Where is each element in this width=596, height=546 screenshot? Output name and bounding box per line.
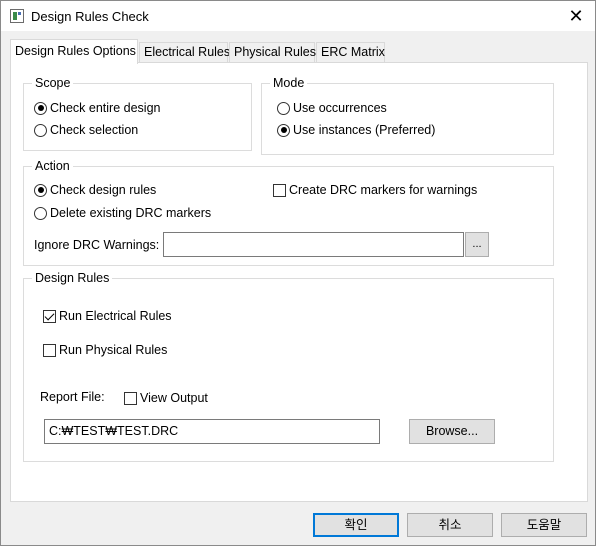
radio-indicator[interactable]	[277, 123, 290, 137]
scope-entire-design-radio[interactable]: Check entire design	[34, 101, 160, 115]
mode-use-instances-radio[interactable]: Use instances (Preferred)	[277, 123, 435, 137]
checkbox-indicator[interactable]	[43, 343, 56, 357]
report-file-label: Report File:	[40, 390, 105, 404]
run-electrical-rules-checkbox[interactable]: Run Electrical Rules	[43, 309, 172, 323]
checkbox-label: Create DRC markers for warnings	[289, 183, 478, 197]
checkbox-label: Run Physical Rules	[59, 343, 168, 357]
tab-panel-design-rules-options: Scope Check entire design Check selectio…	[10, 62, 588, 502]
action-delete-markers-radio[interactable]: Delete existing DRC markers	[34, 206, 211, 220]
checkbox-label: View Output	[140, 391, 208, 405]
help-button[interactable]: 도움말	[501, 513, 587, 537]
ignore-drc-warnings-label: Ignore DRC Warnings:	[34, 238, 160, 252]
tab-design-rules-options[interactable]: Design Rules Options	[10, 39, 138, 64]
radio-label: Check entire design	[50, 101, 161, 115]
report-file-input[interactable]: C:₩TEST₩TEST.DRC	[44, 419, 380, 444]
app-icon	[10, 9, 24, 23]
cancel-button[interactable]: 취소	[407, 513, 493, 537]
radio-label: Check design rules	[50, 183, 157, 197]
radio-indicator[interactable]	[34, 206, 47, 220]
radio-indicator[interactable]	[34, 101, 47, 115]
view-output-checkbox[interactable]: View Output	[124, 391, 208, 405]
ignore-drc-warnings-input[interactable]	[163, 232, 464, 257]
tab-erc-matrix[interactable]: ERC Matrix	[316, 42, 385, 63]
browse-button[interactable]: Browse...	[409, 419, 495, 444]
scope-legend: Scope	[32, 76, 74, 90]
design-rules-legend: Design Rules	[32, 271, 113, 285]
design-rules-group: Design Rules Run Electrical Rules Run Ph…	[23, 271, 554, 462]
close-icon[interactable]: ✕	[561, 3, 591, 29]
tab-electrical-rules[interactable]: Electrical Rules	[139, 42, 230, 63]
radio-label: Use instances (Preferred)	[293, 123, 436, 137]
create-drc-markers-checkbox[interactable]: Create DRC markers for warnings	[273, 183, 477, 197]
run-physical-rules-checkbox[interactable]: Run Physical Rules	[43, 343, 167, 357]
title-bar: Design Rules Check ✕	[1, 1, 595, 31]
mode-legend: Mode	[270, 76, 308, 90]
checkbox-indicator[interactable]	[273, 183, 286, 197]
scope-selection-radio[interactable]: Check selection	[34, 123, 138, 137]
checkbox-label: Run Electrical Rules	[59, 309, 172, 323]
radio-indicator[interactable]	[277, 101, 290, 115]
ignore-warnings-browse-button[interactable]: ...	[465, 232, 489, 257]
radio-label: Use occurrences	[293, 101, 387, 115]
radio-indicator[interactable]	[34, 183, 47, 197]
action-legend: Action	[32, 159, 73, 173]
radio-label: Delete existing DRC markers	[50, 206, 212, 220]
radio-label: Check selection	[50, 123, 139, 137]
radio-indicator[interactable]	[34, 123, 47, 137]
checkbox-indicator[interactable]	[124, 391, 137, 405]
tab-physical-rules[interactable]: Physical Rules	[229, 42, 316, 63]
action-group: Action Check design rules Delete existin…	[23, 159, 554, 266]
window-title: Design Rules Check	[31, 9, 149, 24]
checkbox-indicator[interactable]	[43, 309, 56, 323]
action-check-design-rules-radio[interactable]: Check design rules	[34, 183, 156, 197]
scope-group: Scope Check entire design Check selectio…	[23, 76, 252, 151]
design-rules-check-dialog: Design Rules Check ✕ Design Rules Option…	[0, 0, 596, 546]
mode-use-occurrences-radio[interactable]: Use occurrences	[277, 101, 387, 115]
mode-group: Mode Use occurrences Use instances (Pref…	[261, 76, 554, 155]
ok-button[interactable]: 확인	[313, 513, 399, 537]
